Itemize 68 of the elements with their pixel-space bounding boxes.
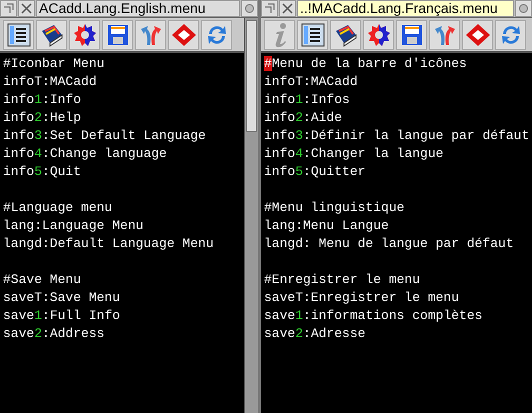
gear-icon xyxy=(366,22,390,46)
text-line: save1:informations complètes xyxy=(264,307,484,325)
save-button[interactable] xyxy=(396,20,427,50)
close-button[interactable] xyxy=(279,0,296,17)
toggle-size-icon xyxy=(518,3,529,14)
arrows-button[interactable] xyxy=(135,20,166,50)
text-line: saveT:Save Menu xyxy=(3,289,122,307)
list-button[interactable] xyxy=(3,20,34,50)
list-icon xyxy=(300,22,324,46)
book-button[interactable] xyxy=(36,20,67,50)
scrollbar-thumb[interactable] xyxy=(246,20,257,132)
text-line: info3:Set Default Language xyxy=(3,127,207,145)
arrows-button[interactable] xyxy=(429,20,460,50)
gear-icon xyxy=(72,22,96,46)
diamond-button[interactable] xyxy=(462,20,493,50)
back-icon xyxy=(264,3,275,14)
diamond-button[interactable] xyxy=(168,20,199,50)
text-line: #Iconbar Menu xyxy=(3,55,106,73)
text-line: #Menu linguistique xyxy=(264,199,406,217)
text-line: info5:Quit xyxy=(3,163,82,181)
gear-button[interactable] xyxy=(69,20,100,50)
text-line: infoT:MACadd xyxy=(264,73,359,91)
text-line: info2:Aide xyxy=(264,109,344,127)
text-line: #Menu de la barre d'icônes xyxy=(264,55,468,73)
text-line: saveT:Enregistrer le menu xyxy=(264,289,460,307)
text-editor[interactable] xyxy=(261,53,532,413)
list-button[interactable] xyxy=(297,20,328,50)
close-button[interactable] xyxy=(18,0,35,17)
text-editor[interactable] xyxy=(0,53,244,413)
text-line: info2:Help xyxy=(3,109,82,127)
gear-button[interactable] xyxy=(363,20,394,50)
text-line: langd:Default Language Menu xyxy=(3,235,215,253)
toggle-size-icon xyxy=(244,3,255,14)
text-line: #Enregistrer le menu xyxy=(264,271,422,289)
text-line: info3:Définir la langue par défaut xyxy=(264,127,530,145)
window-title: ..!MACadd.Lang.Français.menu xyxy=(297,0,514,17)
toggle-size-button[interactable] xyxy=(515,0,532,17)
text-line: infoT:MACadd xyxy=(3,73,98,91)
text-line: save1:Full Info xyxy=(3,307,122,325)
close-icon xyxy=(282,3,293,14)
book-icon xyxy=(40,22,64,46)
text-line: info1:Infos xyxy=(264,91,351,109)
text-line: info4:Change language xyxy=(3,145,168,163)
list-icon xyxy=(6,22,30,46)
text-line: langd: Menu de langue par défaut xyxy=(264,235,515,253)
text-line: info4:Changer la langue xyxy=(264,145,444,163)
back-button[interactable] xyxy=(0,0,17,17)
save-button[interactable] xyxy=(102,20,133,50)
book-button[interactable] xyxy=(330,20,361,50)
close-icon xyxy=(21,3,32,14)
window-title: ACadd.Lang.English.menu xyxy=(36,0,240,17)
diamond-icon xyxy=(464,22,490,46)
back-button[interactable] xyxy=(261,0,278,17)
text-line: lang:Language Menu xyxy=(3,217,144,235)
book-icon xyxy=(334,22,358,46)
text-line: lang:Menu Langue xyxy=(264,217,390,235)
toggle-size-button[interactable] xyxy=(241,0,258,17)
text-line: save2:Adresse xyxy=(264,325,366,343)
back-icon xyxy=(3,3,14,14)
scrollbar[interactable] xyxy=(244,18,258,413)
text-line: #Language menu xyxy=(3,199,114,217)
text-line: info5:Quitter xyxy=(264,163,366,181)
refresh-button[interactable] xyxy=(495,20,526,50)
diamond-icon xyxy=(170,22,196,46)
text-line: #Save Menu xyxy=(3,271,82,289)
text-line: info1:Info xyxy=(3,91,82,109)
refresh-button[interactable] xyxy=(201,20,232,50)
text-line: save2:Address xyxy=(3,325,106,343)
